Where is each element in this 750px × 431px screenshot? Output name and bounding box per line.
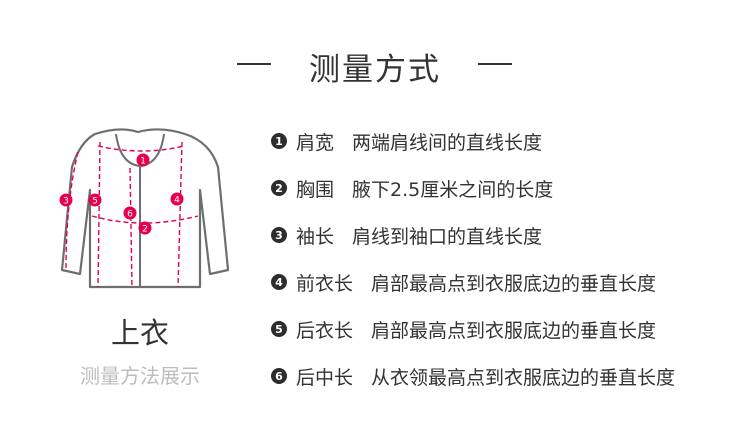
marker-6: 6 (123, 206, 137, 220)
svg-text:6: 6 (127, 210, 133, 220)
number-badge: 3 (271, 227, 287, 243)
back-center-measure-line (129, 167, 133, 288)
measurement-list: 1 肩宽 两端肩线间的直线长度 2 胸围 腋下2.5厘米之间的长度 3 袖长 肩… (271, 128, 741, 410)
back-length-measure-line (97, 141, 101, 288)
number-badge: 5 (271, 321, 287, 337)
marker-5: 5 (88, 193, 102, 207)
front-length-measure-line (177, 141, 183, 288)
measurement-desc: 两端肩线间的直线长度 (352, 131, 543, 154)
svg-text:1: 1 (140, 157, 146, 167)
number-badge: 6 (271, 368, 287, 384)
number-badge: 4 (271, 274, 287, 290)
garment-name: 上衣 (110, 316, 169, 350)
measurement-desc: 腋下2.5厘米之间的长度 (352, 178, 554, 201)
measurement-name: 后中长 (296, 366, 354, 389)
measurement-item-sleeve: 3 袖长 肩线到袖口的直线长度 (271, 222, 741, 248)
measurement-desc: 肩部最高点到衣服底边的垂直长度 (371, 319, 657, 342)
svg-text:2: 2 (142, 225, 148, 235)
measurement-name: 袖长 (296, 225, 335, 248)
garment-diagram: 1 2 3 4 5 6 (50, 112, 230, 292)
measurement-item-chest: 2 胸围 腋下2.5厘米之间的长度 (271, 175, 741, 201)
svg-text:4: 4 (174, 196, 180, 206)
measurement-desc: 从衣领最高点到衣服底边的垂直长度 (371, 366, 676, 389)
measurement-desc: 肩线到袖口的直线长度 (352, 225, 543, 248)
svg-text:3: 3 (63, 197, 69, 207)
page-header: 测量方式 (0, 40, 750, 88)
measurement-name: 前衣长 (296, 272, 354, 295)
marker-1: 1 (136, 153, 150, 167)
garment-subtitle: 测量方法展示 (80, 364, 200, 388)
jacket-outline (60, 128, 230, 289)
shoulder-measure-line (97, 145, 185, 152)
number-badge: 2 (271, 180, 287, 196)
jacket-illustration: 1 2 3 4 5 6 (59, 128, 230, 289)
svg-text:5: 5 (92, 197, 98, 207)
title-dash-right (478, 63, 512, 65)
measurement-item-back-center: 6 后中长 从衣领最高点到衣服底边的垂直长度 (271, 363, 741, 389)
measurement-item-front-length: 4 前衣长 肩部最高点到衣服底边的垂直长度 (271, 269, 741, 295)
marker-4: 4 (170, 192, 184, 206)
measurement-name: 肩宽 (296, 131, 335, 154)
measurement-name: 胸围 (296, 178, 335, 201)
marker-3: 3 (59, 193, 73, 207)
measurement-name: 后衣长 (296, 319, 354, 342)
number-badge: 1 (271, 133, 287, 149)
page-title: 测量方式 (309, 52, 441, 88)
marker-2: 2 (138, 221, 152, 235)
measurement-desc: 肩部最高点到衣服底边的垂直长度 (371, 272, 657, 295)
measurement-item-shoulder: 1 肩宽 两端肩线间的直线长度 (271, 128, 741, 154)
measurement-item-back-length: 5 后衣长 肩部最高点到衣服底边的垂直长度 (271, 316, 741, 342)
title-dash-left (237, 63, 271, 65)
